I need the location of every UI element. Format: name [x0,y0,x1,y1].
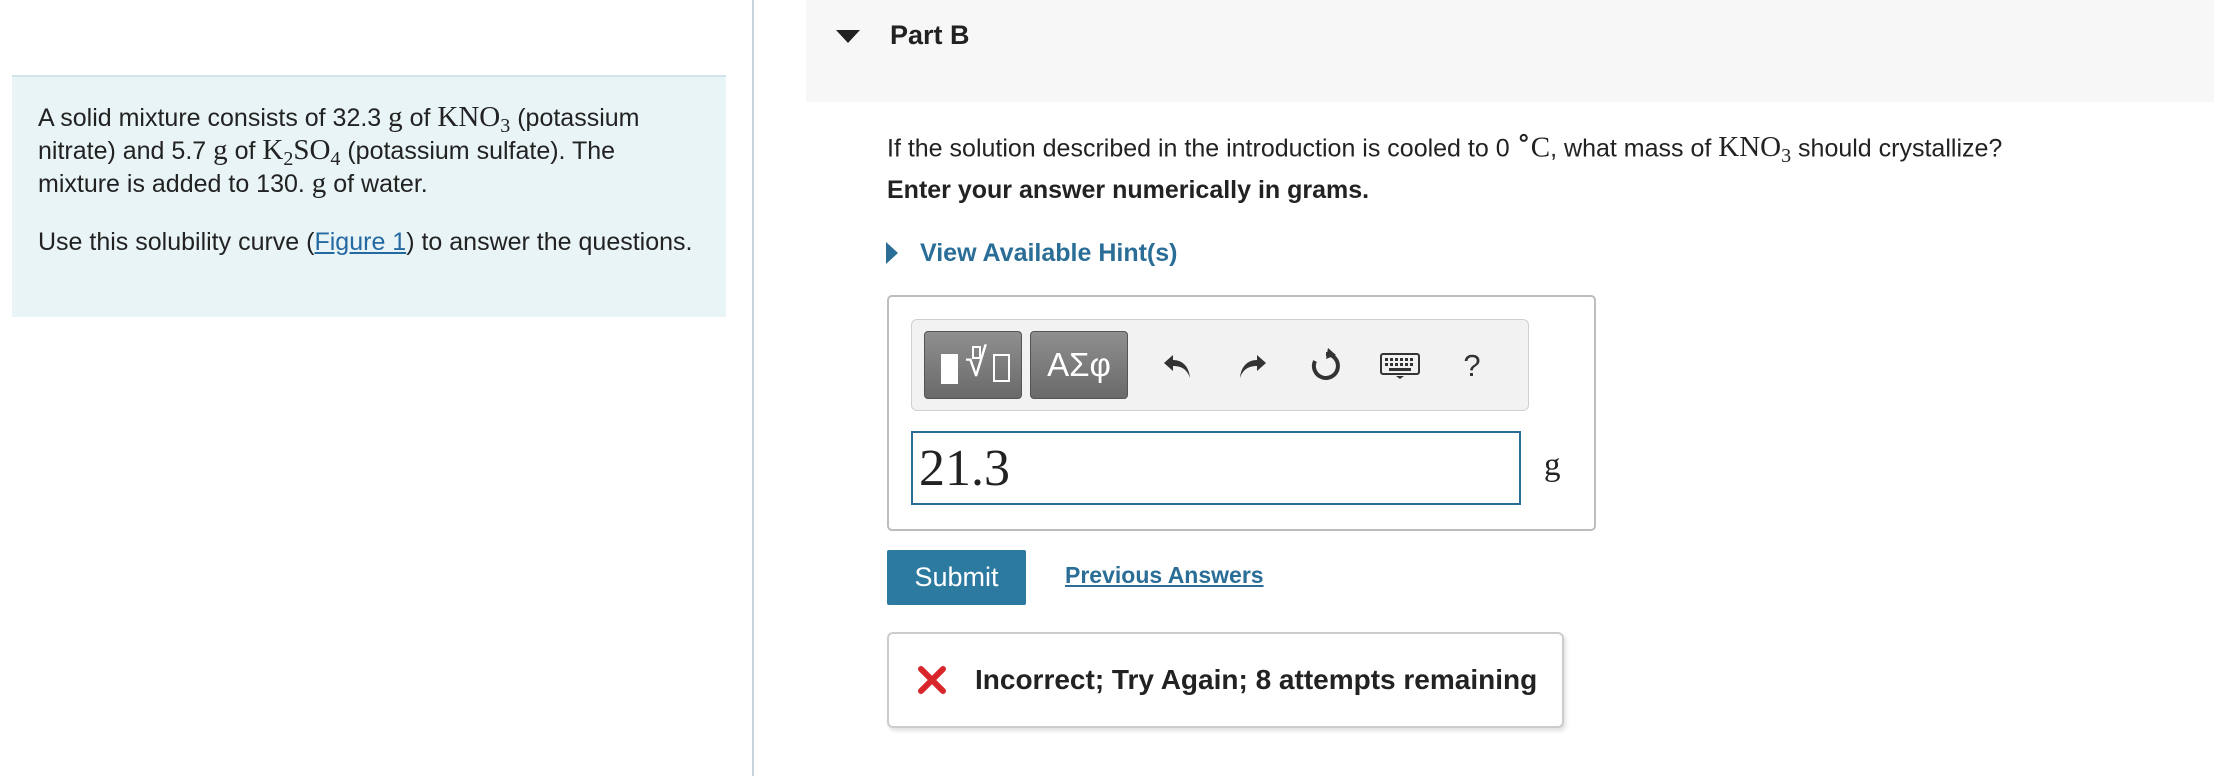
answer-box: √ ΑΣφ ? g [887,295,1596,531]
figure-1-link[interactable]: Figure 1 [314,228,406,256]
unit-g: g [388,101,403,133]
caret-right-icon [886,242,898,264]
part-header[interactable]: Part B [806,0,2214,102]
submit-button[interactable]: Submit [887,550,1026,605]
feedback-message: Incorrect; Try Again; 8 attempts remaini… [975,664,1538,695]
answer-input[interactable] [911,431,1521,505]
unit-g: g [311,167,327,199]
undo-icon[interactable] [1152,340,1204,392]
answer-unit-label: g [1544,447,1561,483]
view-hints-toggle[interactable]: View Available Hint(s) [886,236,1177,270]
keyboard-icon[interactable] [1374,340,1426,392]
templates-button[interactable]: √ [924,331,1022,399]
feedback-box: Incorrect; Try Again; 8 attempts remaini… [887,632,1564,728]
caret-down-icon[interactable] [836,30,860,43]
intro-paragraph: A solid mixture consists of 32.3 g of KN… [38,101,640,199]
sqrt-icon: √ [965,341,987,385]
reset-icon[interactable] [1300,340,1352,392]
formula-k2so4: K2SO4 [262,134,341,170]
question-text: If the solution described in the introdu… [887,122,2003,168]
part-title: Part B [890,20,970,50]
intro-panel: A solid mixture consists of 32.3 g of KN… [12,75,726,317]
help-button[interactable]: ? [1446,340,1498,392]
view-hints-label: View Available Hint(s) [920,238,1178,267]
intro-figure-paragraph: Use this solubility curve (Figure 1) to … [38,228,693,256]
answer-instruction: Enter your answer numerically in grams. [887,176,1370,204]
celsius-unit: C [1530,131,1551,164]
previous-answers-link[interactable]: Previous Answers [1065,562,1264,589]
math-toolbar: √ ΑΣφ ? [911,319,1529,411]
formula-kno3: KNO3 [1718,131,1792,168]
degree-symbol: ∘ [1516,122,1531,154]
symbols-button[interactable]: ΑΣφ [1030,331,1128,399]
unit-g: g [213,134,228,166]
panel-divider [752,0,754,776]
formula-kno3: KNO3 [437,101,511,137]
x-mark-icon [918,666,946,694]
redo-icon[interactable] [1226,340,1278,392]
